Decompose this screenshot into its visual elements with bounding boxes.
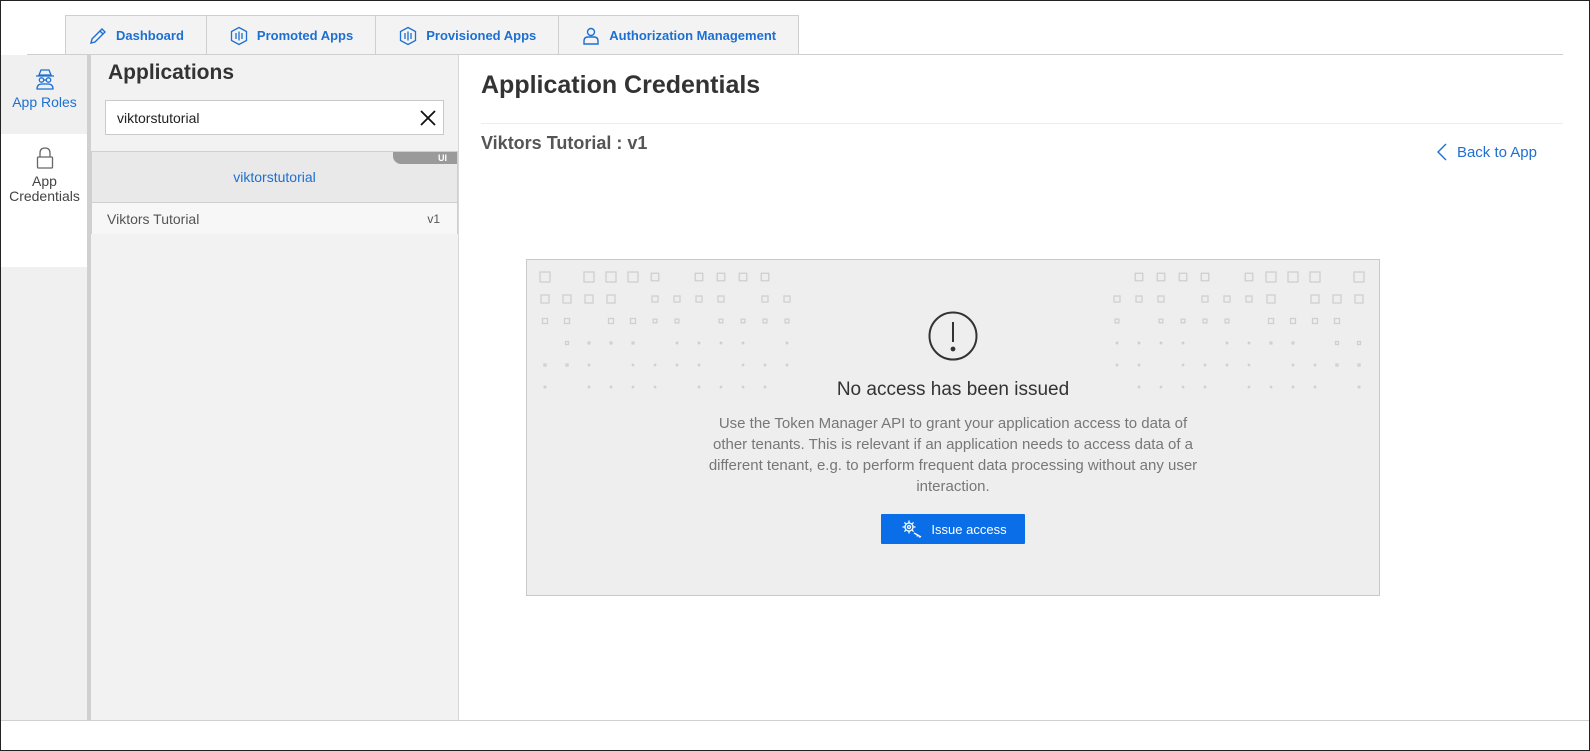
top-tabs: Dashboard Promoted Apps Provisioned Apps… bbox=[65, 15, 800, 55]
empty-state-description: Use the Token Manager API to grant your … bbox=[708, 415, 1198, 495]
tab-label: Authorization Management bbox=[609, 28, 777, 43]
empty-state-heading: No access has been issued bbox=[836, 379, 1070, 400]
tab-authorization-management[interactable]: Authorization Management bbox=[558, 15, 800, 55]
exclamation-icon bbox=[928, 311, 978, 361]
user-icon bbox=[583, 27, 599, 45]
main-content: Application Credentials Viktors Tutorial… bbox=[460, 55, 1563, 720]
back-label: Back to App bbox=[1456, 143, 1537, 161]
application-name[interactable]: viktorstutorial bbox=[92, 152, 457, 202]
search-box bbox=[105, 100, 444, 135]
tab-provisioned-apps[interactable]: Provisioned Apps bbox=[375, 15, 560, 55]
tab-label: Promoted Apps bbox=[256, 28, 354, 43]
empty-state-content: No access has been issued Use the Token … bbox=[527, 310, 1379, 544]
tab-label: Dashboard bbox=[116, 28, 184, 43]
tab-dashboard[interactable]: Dashboard bbox=[65, 15, 207, 55]
rail-item-app-roles[interactable]: App Roles bbox=[1, 55, 88, 133]
application-version-row[interactable]: Viktors Tutorial v1 bbox=[92, 202, 457, 234]
hexagon-app-icon bbox=[400, 26, 417, 45]
incognito-user-icon bbox=[35, 69, 54, 90]
lock-icon bbox=[36, 147, 53, 169]
issue-access-label: Issue access bbox=[931, 521, 1007, 537]
tab-label: Provisioned Apps bbox=[426, 28, 537, 43]
version-number: v1 bbox=[427, 211, 440, 226]
close-icon[interactable] bbox=[413, 103, 443, 133]
side-rail: App Roles App Credentials bbox=[1, 55, 88, 720]
issue-access-button[interactable]: Issue access bbox=[881, 514, 1025, 544]
chevron-left-icon bbox=[1436, 143, 1447, 161]
title-divider bbox=[481, 123, 1563, 124]
rail-item-label: App Roles bbox=[12, 94, 77, 110]
gear-key-icon bbox=[902, 520, 922, 538]
version-title: Viktors Tutorial bbox=[107, 210, 200, 227]
rail-item-app-credentials[interactable]: App Credentials bbox=[1, 134, 88, 267]
empty-state-panel: No access has been issued Use the Token … bbox=[526, 259, 1380, 596]
application-card: UI viktorstutorial Viktors Tutorial v1 bbox=[91, 151, 458, 234]
pencil-icon bbox=[90, 27, 106, 44]
footer-divider bbox=[1, 720, 1589, 721]
tab-promoted-apps[interactable]: Promoted Apps bbox=[205, 15, 377, 55]
hexagon-app-icon bbox=[230, 26, 248, 45]
search-input[interactable] bbox=[106, 101, 413, 134]
app-subtitle: Viktors Tutorial : v1 bbox=[481, 133, 648, 153]
back-to-app-link[interactable]: Back to App bbox=[1436, 143, 1537, 161]
rail-item-label-line1: App bbox=[32, 173, 57, 189]
page-title: Application Credentials bbox=[481, 71, 761, 99]
rail-item-label-line2: Credentials bbox=[9, 188, 80, 204]
applications-title: Applications bbox=[108, 61, 235, 84]
applications-panel: Applications UI viktorstutorial Viktors … bbox=[91, 55, 459, 720]
